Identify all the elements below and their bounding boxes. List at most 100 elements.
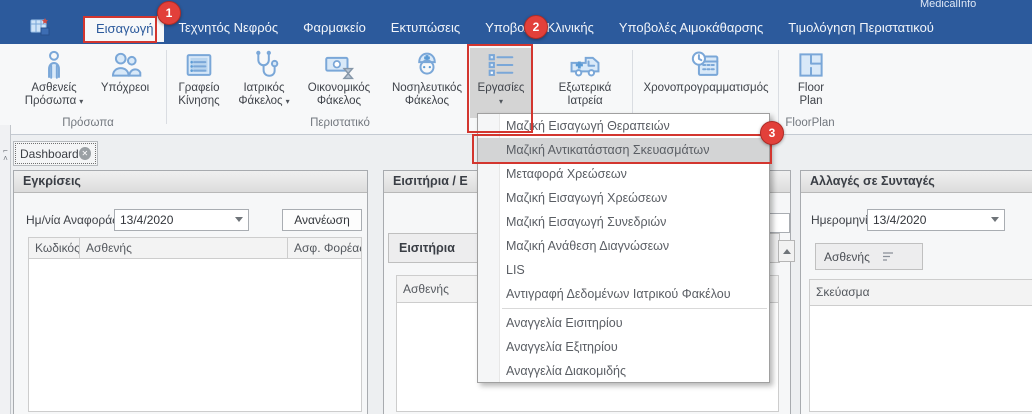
chevron-down-icon: ▾ [286, 97, 290, 106]
label-line: Plan [799, 95, 822, 107]
column-header-patient[interactable]: Ασθενής [80, 237, 288, 259]
approvals-table-header: Κωδικός Ασθενής Ασφ. Φορέας [28, 237, 362, 259]
column-header-code[interactable]: Κωδικός [28, 237, 80, 259]
floorplan-icon [794, 48, 828, 82]
ribbon-group-persons: Πρόσωπα [14, 117, 162, 129]
ribbon-button-financial-file[interactable]: ΟικονομικόςΦάκελος [300, 48, 378, 118]
menu-item-copy-medical-record-data[interactable]: Αντιγραφή Δεδομένων Ιατρικού Φακέλου [478, 282, 769, 306]
label-line: Κίνησης [178, 95, 219, 107]
panel-approvals: Εγκρίσεις Ημ/νία Αναφοράς 13/4/2020 Αναν… [13, 170, 368, 414]
tab-ypovoles-aimokatharsis[interactable]: Υποβολές Αιμοκάθαρσης [608, 12, 774, 44]
chevron-down-icon: ▾ [79, 97, 83, 106]
tab-ektyposeis[interactable]: Εκτυπώσεις [380, 12, 471, 44]
label-line: Εξωτερικά [559, 82, 612, 94]
ribbon-button-label: Χρονοπρογραμματισμός [643, 82, 768, 95]
ribbon-button-label: ΓραφείοΚίνησης [178, 82, 219, 108]
label-line: Πρόσωπα [25, 95, 77, 107]
ribbon-button-tasks[interactable]: Εργασίες ▾ [470, 48, 532, 118]
ribbon-button-label: ΕξωτερικάΙατρεία [559, 82, 612, 108]
stethoscope-icon [247, 48, 281, 82]
front-desk-icon [182, 48, 216, 82]
title-bar: MedicalInfo [0, 0, 1032, 12]
column-header-drug[interactable]: Σκεύασμα [809, 279, 1032, 306]
ribbon-button-obligors[interactable]: Υπόχρεοι [94, 48, 156, 118]
menu-item-mass-insert-treatments[interactable]: Μαζική Εισαγωγή Θεραπειών [478, 114, 769, 138]
menu-item-mass-replace-preparations[interactable]: Μαζική Αντικατάσταση Σκευασμάτων [478, 138, 769, 162]
tab-eisagogi[interactable]: Εισαγωγή [85, 16, 164, 42]
collapsed-panel-strip[interactable]: ⌐˄ [0, 125, 11, 414]
date-label: Ημερομηνία [811, 213, 875, 227]
menu-item-lis[interactable]: LIS [478, 258, 769, 282]
menu-item-mass-insert-charges[interactable]: Μαζική Εισαγωγή Χρεώσεων [478, 186, 769, 210]
label-line: Ιατρικός [243, 82, 284, 94]
label-line: Οικονομικός [308, 82, 370, 94]
tab-texnitos-nefros[interactable]: Τεχνητός Νεφρός [167, 12, 289, 44]
tab-timologisi-peristatikou[interactable]: Τιμολόγηση Περιστατικού [777, 12, 945, 44]
menu-item-transport-notice[interactable]: Αναγγελία Διακομιδής [478, 359, 769, 383]
step-badge-1: 1 [157, 1, 181, 25]
tasks-dropdown-menu: Μαζική Εισαγωγή Θεραπειών Μαζική Αντικατ… [477, 113, 770, 383]
pin-icon: ⌐˄ [1, 147, 10, 163]
app-brand: MedicalInfo [920, 0, 976, 10]
ribbon-button-patients[interactable]: ΑσθενείςΠρόσωπα▾ [18, 48, 90, 118]
ribbon-divider [778, 50, 779, 124]
label-line: Γραφείο [178, 82, 219, 94]
ribbon-button-label: ΑσθενείςΠρόσωπα▾ [25, 82, 84, 108]
group-by-patient-label: Ασθενής [824, 250, 870, 264]
close-icon[interactable]: ✕ [79, 147, 91, 160]
panel-prescription-changes: Αλλαγές σε Συνταγές Ημερομηνία 13/4/2020… [800, 170, 1032, 414]
label-line: Floor [798, 82, 824, 94]
scroll-up-button[interactable] [778, 240, 795, 262]
ribbon-button-label: ΟικονομικόςΦάκελος [308, 82, 370, 108]
column-header-insurer[interactable]: Ασφ. Φορέας [288, 237, 362, 259]
label-line: Υπόχρεοι [101, 82, 149, 94]
group-by-patient-button[interactable]: Ασθενής [815, 243, 923, 270]
ribbon-group-incident: Περιστατικό [240, 117, 440, 129]
app-grid-icon[interactable] [28, 15, 52, 39]
ribbon-button-front-office[interactable]: ΓραφείοΚίνησης [170, 48, 228, 118]
prescriptions-table-header: Σκεύασμα [809, 279, 1032, 306]
money-icon [322, 48, 356, 82]
calendar-clock-icon [689, 48, 723, 82]
chevron-down-icon [991, 217, 999, 222]
menu-bar: Εισαγωγή Τεχνητός Νεφρός Φαρμακείο Εκτυπ… [0, 12, 1032, 44]
sort-icon [882, 251, 895, 262]
ribbon-button-label: ΙατρικόςΦάκελος ▾ [238, 82, 289, 108]
ribbon-button-floor-plan[interactable]: FloorPlan [782, 48, 840, 118]
menu-item-transfer-charges[interactable]: Μεταφορά Χρεώσεων [478, 162, 769, 186]
tab-farmakeio[interactable]: Φαρμακείο [292, 12, 377, 44]
tab-dashboard-label: Dashboard [20, 147, 79, 161]
menu-separator [502, 308, 767, 309]
report-date-value: 13/4/2020 [120, 213, 173, 227]
report-date-picker[interactable]: 13/4/2020 [114, 209, 249, 231]
approvals-table-body[interactable] [28, 259, 362, 412]
menu-item-admission-notice[interactable]: Αναγγελία Εισιτηρίου [478, 311, 769, 335]
panel-approvals-title: Εγκρίσεις [14, 171, 367, 193]
ribbon-button-label: Υπόχρεοι [101, 82, 149, 95]
ribbon-button-scheduling[interactable]: Χρονοπρογραμματισμός [634, 48, 778, 118]
ribbon-button-label: ΝοσηλευτικόςΦάκελος [392, 82, 462, 108]
report-date-label: Ημ/νία Αναφοράς [26, 213, 118, 227]
ribbon-button-external-clinics[interactable]: ΕξωτερικάΙατρεία [544, 48, 626, 118]
chevron-down-icon: ▾ [499, 97, 503, 106]
menu-item-discharge-notice[interactable]: Αναγγελία Εξιτηρίου [478, 335, 769, 359]
ribbon-divider [166, 50, 167, 124]
label-line: Φάκελος [405, 95, 449, 107]
prescriptions-table-body[interactable] [809, 306, 1032, 412]
ribbon-button-medical-file[interactable]: ΙατρικόςΦάκελος ▾ [232, 48, 296, 118]
panel-prescriptions-title: Αλλαγές σε Συνταγές [801, 171, 1032, 193]
triangle-up-icon [783, 249, 791, 254]
ribbon-button-label: FloorPlan [798, 82, 824, 108]
ribbon-group-floorplan: FloorPlan [778, 117, 842, 129]
menu-item-mass-assign-diagnoses[interactable]: Μαζική Ανάθεση Διαγνώσεων [478, 234, 769, 258]
prescriptions-date-picker[interactable]: 13/4/2020 [867, 209, 1005, 231]
tab-dashboard[interactable]: Dashboard ✕ [13, 141, 98, 166]
menu-item-mass-insert-sessions[interactable]: Μαζική Εισαγωγή Συνεδριών [478, 210, 769, 234]
ribbon-button-nursing-file[interactable]: ΝοσηλευτικόςΦάκελος [382, 48, 472, 118]
label-line: Ιατρεία [567, 95, 602, 107]
refresh-button[interactable]: Ανανέωση [282, 209, 362, 231]
label-line: Εργασίες [478, 82, 525, 94]
prescriptions-date-value: 13/4/2020 [873, 213, 926, 227]
tasks-icon [484, 48, 518, 82]
label-line: Φάκελος [238, 95, 282, 107]
